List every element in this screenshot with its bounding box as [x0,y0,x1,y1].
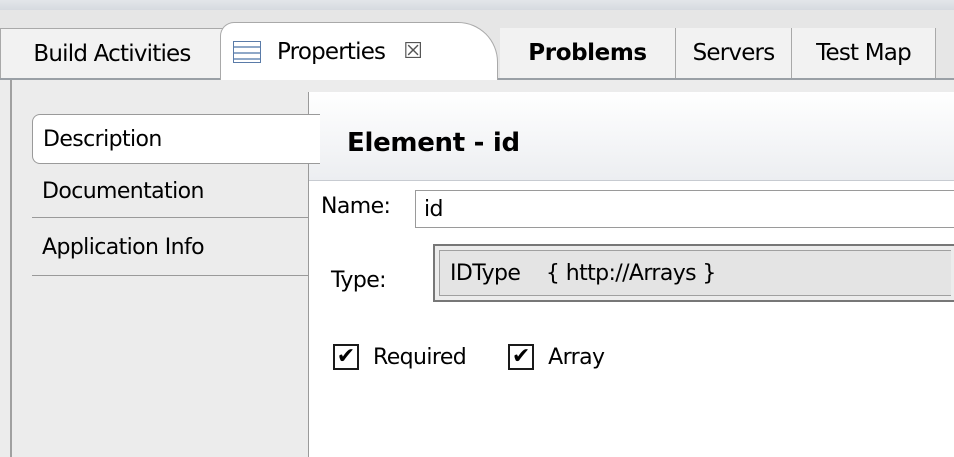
section-tab-description[interactable]: Description [32,114,320,164]
type-label: Type: [331,268,387,293]
section-tab-label: Description [43,126,162,152]
tab-problems[interactable]: Problems [500,28,676,78]
section-header: Element - id [309,92,954,181]
close-icon[interactable]: ☒ [403,39,423,64]
section-tab-application-info[interactable]: Application Info [32,220,320,276]
tab-properties[interactable]: Properties ☒ [220,22,498,80]
type-field[interactable]: IDType { http://Arrays } [433,244,954,302]
check-icon[interactable]: ✔ [333,344,359,370]
array-checkbox[interactable]: ✔ Array [508,344,605,370]
tab-label: Problems [528,40,647,66]
view-tab-bar: Build Activities Properties ☒ Problems S… [0,10,954,80]
array-label: Array [548,344,605,370]
name-row: Name: [321,194,391,219]
section-tab-label: Application Info [42,235,205,260]
section-tab-documentation[interactable]: Documentation [32,166,320,218]
tab-label: Servers [692,40,776,66]
tab-build-activities[interactable]: Build Activities [0,28,224,78]
properties-section-tabs: Description Documentation Application In… [10,80,320,457]
required-checkbox[interactable]: ✔ Required [333,344,467,370]
properties-icon [233,40,261,63]
tab-label: Properties [277,38,386,65]
properties-content: Element - id Name: Type: IDType { http:/… [308,92,954,457]
type-row: Type: [331,268,387,293]
page-title: Element - id [347,128,520,158]
check-icon[interactable]: ✔ [508,344,535,370]
type-value: IDType { http://Arrays } [439,250,951,296]
options-row: ✔ Required ✔ Array [333,344,646,370]
section-tab-label: Documentation [42,179,204,204]
name-field[interactable] [415,190,954,228]
tab-test-map[interactable]: Test Map [792,28,936,78]
tab-label: Test Map [816,40,912,66]
tab-servers[interactable]: Servers [676,28,792,78]
required-label: Required [373,344,467,370]
name-label: Name: [321,194,391,219]
tab-label: Build Activities [33,40,191,67]
